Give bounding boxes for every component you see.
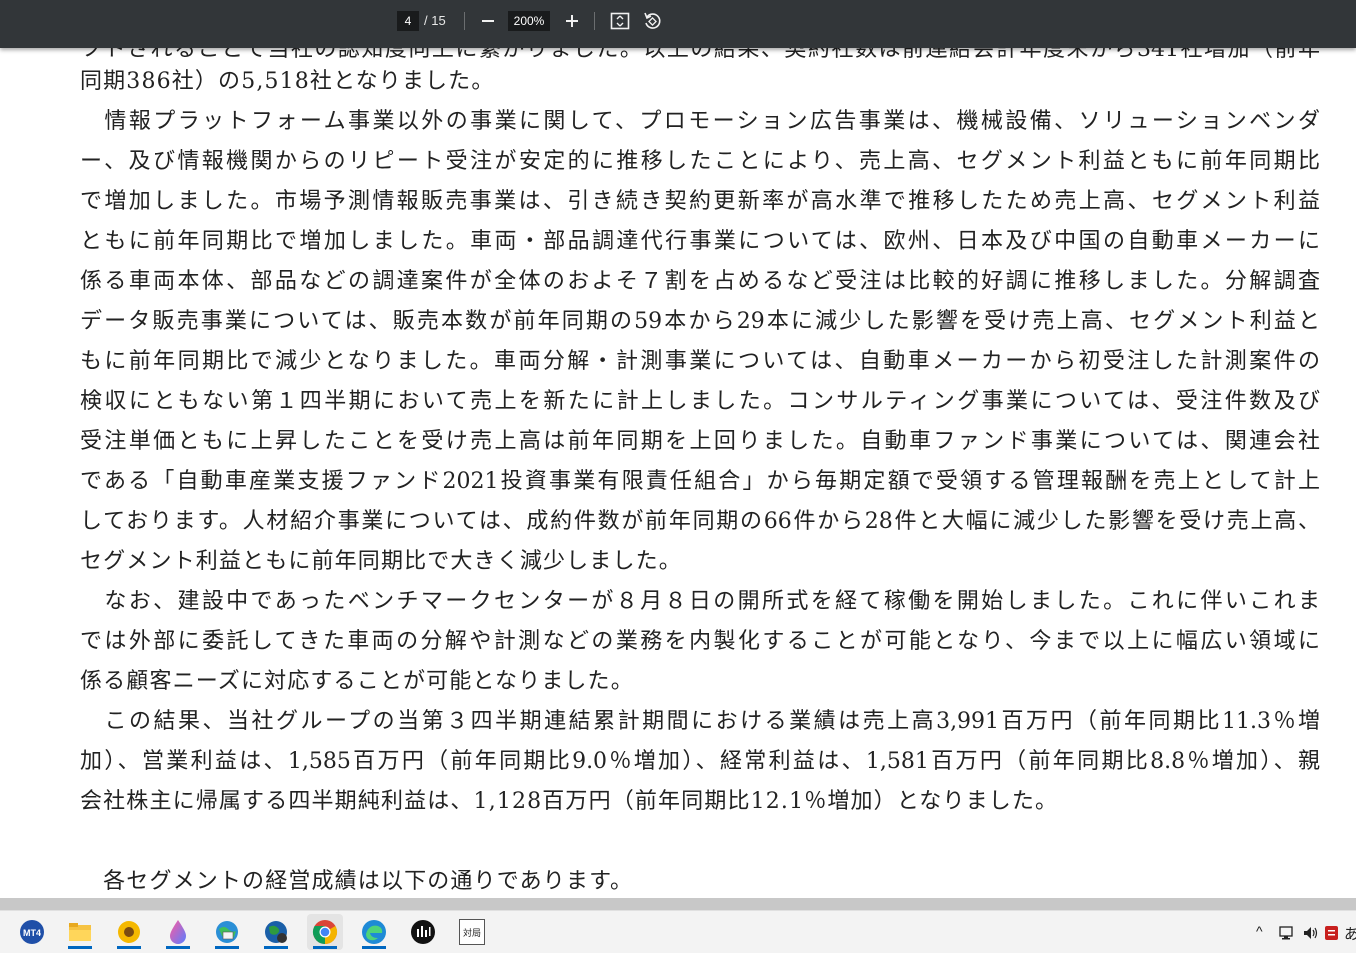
body-line: である「自動車産業支援ファンド2021投資事業有限責任組合」から毎期定額で受領す…: [80, 469, 1320, 494]
chrome-icon: [312, 920, 338, 944]
ime-badge-icon[interactable]: [1324, 924, 1340, 942]
taskbar-app-sunflower[interactable]: [111, 914, 147, 950]
body-line: 情報プラットフォーム事業以外の事業に関して、プロモーション広告事業は、機械設備、…: [80, 109, 1320, 134]
page-number-input[interactable]: [397, 11, 419, 31]
taskbar-app-explorer[interactable]: [62, 914, 98, 950]
horizontal-scrollbar[interactable]: [0, 898, 1356, 910]
drop-app-icon: [170, 920, 186, 944]
plus-icon: [566, 15, 578, 27]
toolbar-divider: [594, 12, 595, 30]
body-line: 各セグメントの経営成績は以下の通りであります。: [80, 869, 634, 894]
body-line: ともに前年同期比で増加しました。車両・部品調達代行事業については、欧州、日本及び…: [80, 229, 1320, 254]
pdf-page: ツトされることで当社の認知度向上に繋がりました。以上の結果、契約社数は前連結会計…: [0, 48, 1356, 898]
taskbar-app-taikyoku[interactable]: 対局: [454, 914, 490, 950]
body-line: しております。人材紹介事業については、成約件数が前年同期の66件から28件と大幅…: [80, 509, 1320, 534]
fit-page-button[interactable]: [607, 9, 633, 33]
body-line: 受注単価ともに上昇したことを受け売上高は前年同期を上回りました。自動車ファンド事…: [80, 429, 1320, 454]
zoom-input[interactable]: [508, 11, 550, 31]
page-total: / 15: [424, 13, 446, 28]
taskbar-app-edge[interactable]: [356, 914, 392, 950]
taskbar-app-mt4[interactable]: MT4: [14, 914, 50, 950]
minus-icon: [482, 20, 494, 22]
active-indicator: [362, 946, 386, 949]
zoom-out-button[interactable]: [475, 9, 501, 33]
active-indicator: [215, 946, 239, 949]
body-line: この結果、当社グループの当第３四半期連結累計期間における業績は売上高3,991百…: [80, 709, 1320, 734]
body-line: 会社株主に帰属する四半期純利益は、1,128百万円（前年同期比12.1％増加）と…: [80, 789, 1059, 814]
network-icon[interactable]: [1278, 925, 1296, 941]
body-line: 係る顧客ニーズに対応することが可能となりました。: [80, 669, 634, 694]
body-line: 検収にともない第１四半期において売上を新たに計上しました。コンサルティング事業に…: [80, 389, 1320, 414]
body-line: データ販売事業については、販売本数が前年同期の59本から29本に減少した影響を受…: [80, 309, 1320, 334]
active-indicator: [264, 946, 288, 949]
active-indicator: [313, 946, 337, 949]
volume-icon[interactable]: [1302, 925, 1320, 941]
taskbar-app-chart[interactable]: [405, 914, 441, 950]
tray-overflow-icon[interactable]: ^: [1256, 923, 1263, 939]
body-line: で増加しました。市場予測情報販売事業は、引き続き契約更新率が高水準で推移したため…: [80, 189, 1320, 214]
active-indicator: [166, 946, 190, 949]
taikyoku-app-icon: 対局: [459, 919, 485, 945]
taskbar-app-chrome[interactable]: [307, 914, 343, 950]
active-indicator: [117, 946, 141, 949]
rotate-button[interactable]: [639, 9, 665, 33]
toolbar-divider: [464, 12, 465, 30]
body-line: ー、及び情報機関からのリピート受注が安定的に推移したことにより、売上高、セグメン…: [80, 149, 1320, 174]
sunflower-app-icon: [118, 921, 140, 943]
active-indicator: [68, 946, 92, 949]
body-line: ツトされることで当社の認知度向上に繋がりました。以上の結果、契約社数は前連結会計…: [80, 48, 1320, 62]
body-line: 係る車両本体、部品などの調達案件が全体のおよそ７割を占めるなど受注は比較的好調に…: [80, 269, 1320, 294]
earth-app-icon: [265, 921, 287, 943]
rotate-icon: [644, 12, 661, 29]
taskbar-app-drop[interactable]: [160, 914, 196, 950]
globe-app-icon: [216, 921, 238, 943]
body-line: 同期386社）の5,518社となりました。: [80, 69, 495, 94]
pdf-toolbar: / 15: [0, 0, 1356, 48]
chart-app-icon: [411, 920, 435, 944]
zoom-in-button[interactable]: [559, 9, 585, 33]
ime-mode-icon[interactable]: あ: [1344, 923, 1356, 944]
taskbar-app-globe[interactable]: [209, 914, 245, 950]
body-line: では外部に委託してきた車両の分解や計測などの業務を内製化することが可能となり、今…: [80, 629, 1320, 654]
svg-text:MT4: MT4: [23, 928, 41, 938]
body-line: なお、建設中であったベンチマークセンターが８月８日の開所式を経て稼働を開始しまし…: [80, 589, 1320, 614]
fit-page-icon: [610, 12, 630, 30]
file-explorer-icon: [69, 923, 91, 941]
taskbar-app-earth[interactable]: [258, 914, 294, 950]
body-line: もに前年同期比で減少となりました。車両分解・計測事業については、自動車メーカーか…: [80, 349, 1320, 374]
body-line: 加）、営業利益は、1,585百万円（前年同期比9.0％増加）、経常利益は、1,5…: [80, 749, 1320, 774]
taskbar: MT4 対局 ^ あ: [0, 910, 1356, 953]
mt4-icon: MT4: [20, 920, 44, 944]
edge-icon: [362, 920, 386, 944]
body-line: セグメント利益ともに前年同期比で大きく減少しました。: [80, 549, 682, 574]
